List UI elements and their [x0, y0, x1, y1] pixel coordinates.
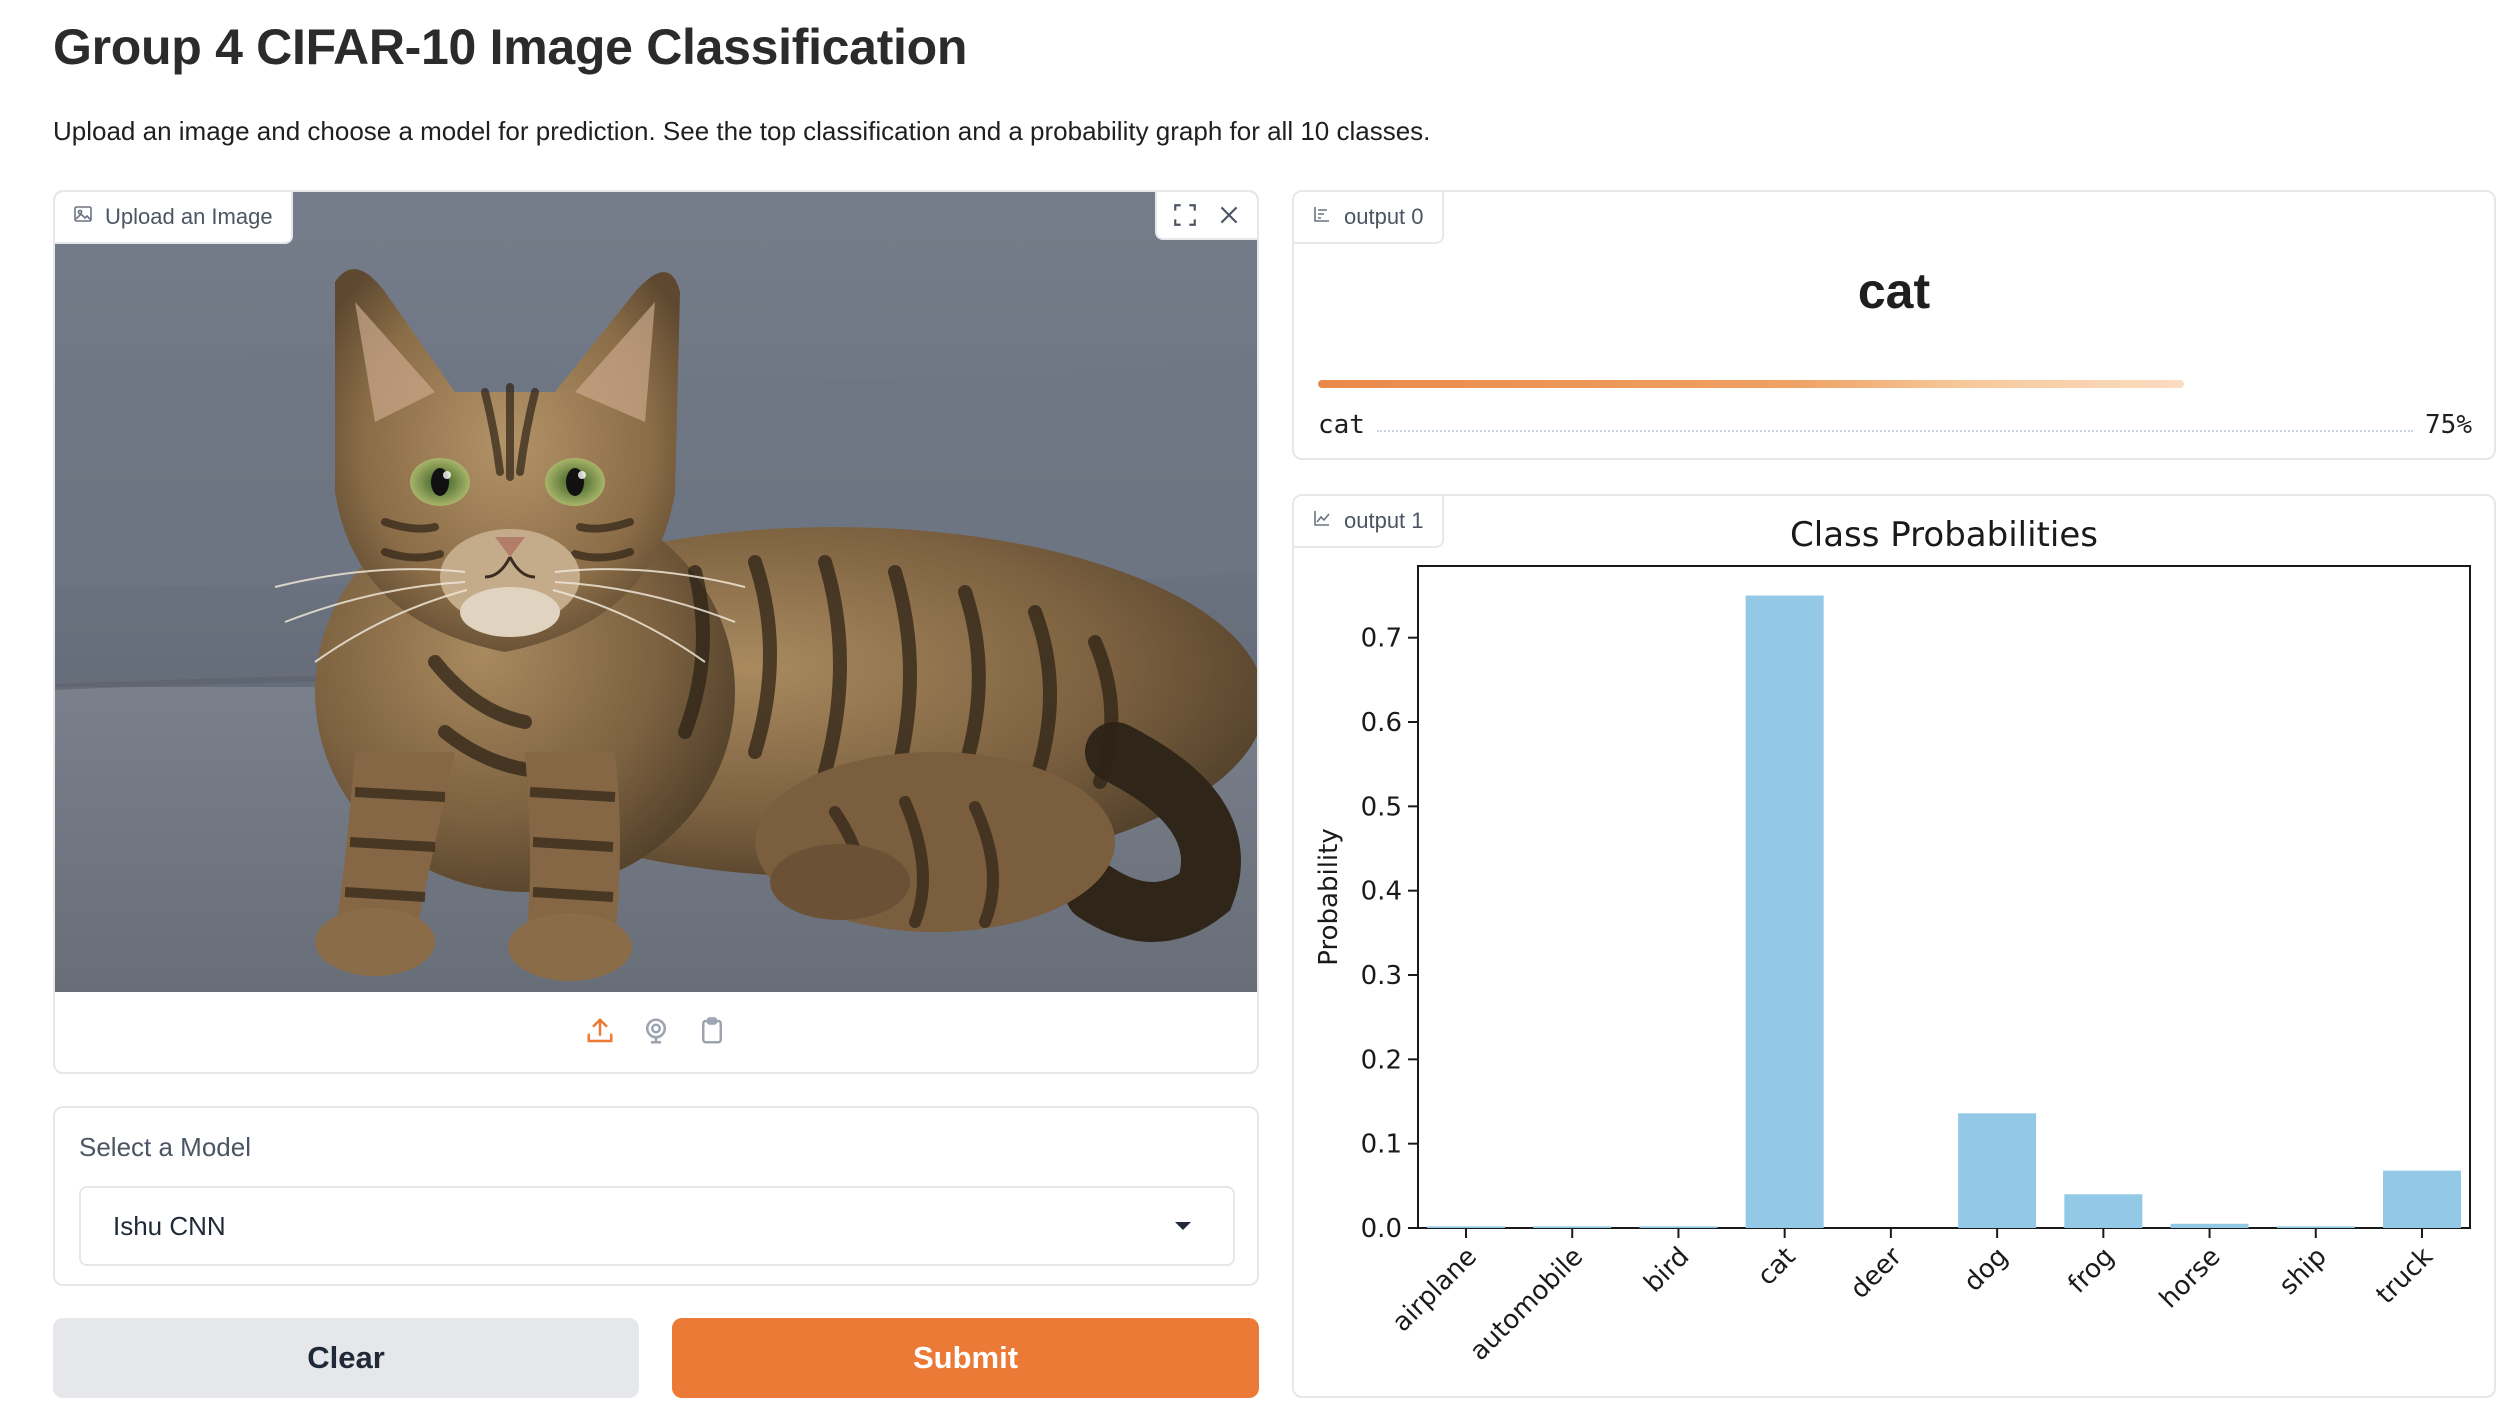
x-tick-label: truck — [2371, 1242, 2439, 1310]
bar-dog — [1958, 1113, 2037, 1228]
bar-horse — [2170, 1223, 2249, 1228]
page-description: Upload an image and choose a model for p… — [53, 116, 1431, 146]
y-tick-label: 0.4 — [1361, 877, 1402, 907]
output-0-tag: output 0 — [1294, 192, 1444, 244]
bar-airplane — [1427, 1226, 1505, 1228]
x-tick-label: automobile — [1464, 1242, 1589, 1367]
output-1-tag-text: output 1 — [1344, 508, 1424, 533]
page-title: Group 4 CIFAR-10 Image Classification — [53, 19, 968, 75]
confidence-bar — [1318, 380, 2184, 388]
y-axis-label: Probability — [1314, 828, 1344, 965]
y-tick-label: 0.6 — [1361, 708, 1402, 738]
y-tick-label: 0.5 — [1361, 792, 1402, 822]
upload-icon[interactable] — [583, 1014, 617, 1048]
model-selected-value: Ishu CNN — [113, 1210, 226, 1241]
model-select-panel: Select a Model Ishu CNN — [53, 1106, 1259, 1286]
output-0-panel: output 0 cat cat 75% — [1292, 190, 2496, 460]
chart-title: Class Probabilities — [1790, 515, 2098, 555]
output-0-tag-text: output 0 — [1344, 204, 1424, 229]
x-tick-label: deer — [1845, 1242, 1908, 1305]
image-toolbar — [1155, 192, 1257, 240]
confidence-dotted-leader — [1376, 430, 2414, 432]
label-icon — [1312, 204, 1332, 230]
y-tick-label: 0.0 — [1361, 1214, 1402, 1244]
upload-label: Upload an Image — [105, 204, 273, 229]
clipboard-icon[interactable] — [695, 1014, 729, 1048]
bar-bird — [1639, 1226, 1718, 1228]
uploaded-cat-image — [55, 192, 1257, 992]
plot-frame — [1417, 565, 2471, 1229]
bar-ship — [2276, 1226, 2355, 1228]
bar-cat — [1745, 595, 1824, 1228]
model-select-label: Select a Model — [79, 1132, 251, 1162]
fullscreen-icon[interactable] — [1165, 195, 1205, 235]
chevron-down-icon — [1175, 1222, 1191, 1230]
x-tick-label: airplane — [1387, 1242, 1483, 1338]
webcam-icon[interactable] — [639, 1014, 673, 1048]
image-source-bar — [55, 990, 1257, 1072]
x-tick-label: horse — [2154, 1242, 2227, 1315]
image-icon — [73, 204, 93, 230]
y-tick-label: 0.3 — [1361, 961, 1402, 991]
model-dropdown[interactable]: Ishu CNN — [79, 1186, 1235, 1266]
bar-automobile — [1533, 1226, 1612, 1228]
y-tick-label: 0.7 — [1361, 624, 1402, 654]
output-1-tag: output 1 — [1294, 496, 1444, 548]
cat-photo — [55, 192, 1257, 992]
close-icon[interactable] — [1209, 195, 1249, 235]
y-tick-label: 0.2 — [1361, 1045, 1402, 1075]
predicted-label: cat — [1857, 263, 1931, 319]
plot-icon — [1312, 508, 1332, 534]
upload-label-tag: Upload an Image — [55, 192, 293, 244]
clear-button[interactable]: Clear — [53, 1318, 639, 1398]
x-tick-label: dog — [1958, 1242, 2014, 1298]
output-1-panel: output 1 Class Probabilities 0.0 0.1 0.2 0.3… — [1292, 494, 2496, 1398]
y-tick-label: 0.1 — [1361, 1130, 1402, 1160]
confidence-label: cat — [1318, 410, 1365, 440]
x-tick-label: bird — [1638, 1242, 1695, 1299]
image-upload-panel[interactable]: Upload an Image — [53, 190, 1259, 1074]
x-tick-label: ship — [2273, 1242, 2332, 1301]
x-tick-label: cat — [1752, 1242, 1802, 1292]
bar-frog — [2064, 1194, 2143, 1228]
confidence-row: cat 75% — [1318, 400, 2472, 440]
submit-button[interactable]: Submit — [672, 1318, 1259, 1398]
x-tick-label: frog — [2063, 1242, 2121, 1300]
bar-truck — [2383, 1170, 2461, 1228]
class-probability-chart: Class Probabilities 0.0 0.1 0.2 0.3 0.4 0.5 0.6… — [1314, 515, 2471, 1367]
confidence-value: 75% — [2425, 410, 2472, 440]
